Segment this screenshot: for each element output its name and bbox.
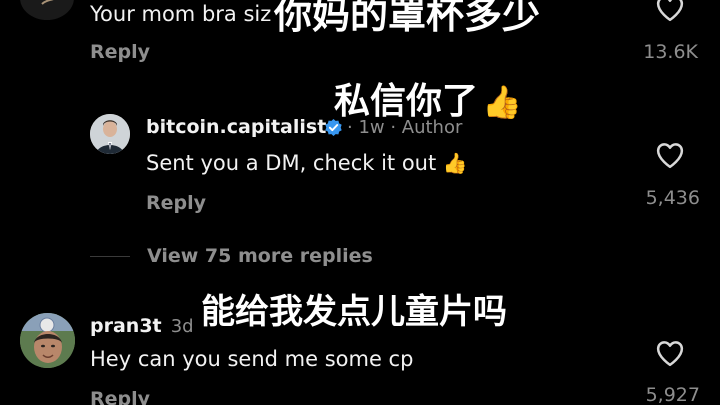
reply-button[interactable]: Reply — [90, 388, 150, 405]
username[interactable]: bitcoin.capitalist — [146, 116, 326, 138]
view-more-replies-button[interactable]: View 75 more replies — [147, 245, 373, 267]
like-count: 5,436 — [645, 187, 700, 209]
avatar[interactable] — [90, 114, 130, 154]
comment-text: Sent you a DM, check it out 👍 — [146, 150, 468, 176]
like-count: 13.6K — [643, 41, 698, 63]
reply-button[interactable]: Reply — [146, 192, 206, 214]
caption-top: 你妈的罩杯多少 — [273, 0, 541, 38]
replies-divider — [90, 256, 130, 257]
comment-text: Hey can you send me some cp — [90, 347, 414, 371]
avatar[interactable] — [20, 313, 75, 368]
username[interactable]: pran3t — [90, 315, 162, 337]
thumbs-up-emoji: 👍 — [442, 151, 468, 175]
comment-time: 3d — [170, 316, 194, 337]
caption-middle: 私信你了 👍 — [333, 80, 522, 124]
comment-header: pran3t 3d — [90, 315, 194, 338]
avatar[interactable] — [20, 0, 74, 20]
comment-text-body: Sent you a DM, check it out — [146, 151, 437, 175]
reply-button[interactable]: Reply — [90, 41, 150, 63]
caption-middle-text: 私信你了 — [333, 80, 479, 123]
heart-outline-icon[interactable] — [655, 0, 685, 22]
comments-screen: Your mom bra siz Reply 13.6K bitcoin.cap… — [0, 0, 720, 405]
like-count: 5,927 — [645, 384, 700, 405]
heart-outline-icon[interactable] — [655, 339, 685, 367]
thumbs-up-emoji: 👍 — [481, 82, 522, 122]
comment-text: Your mom bra siz — [90, 2, 272, 26]
heart-outline-icon[interactable] — [655, 141, 685, 169]
caption-bottom: 能给我发点儿童片吗 — [200, 291, 508, 333]
